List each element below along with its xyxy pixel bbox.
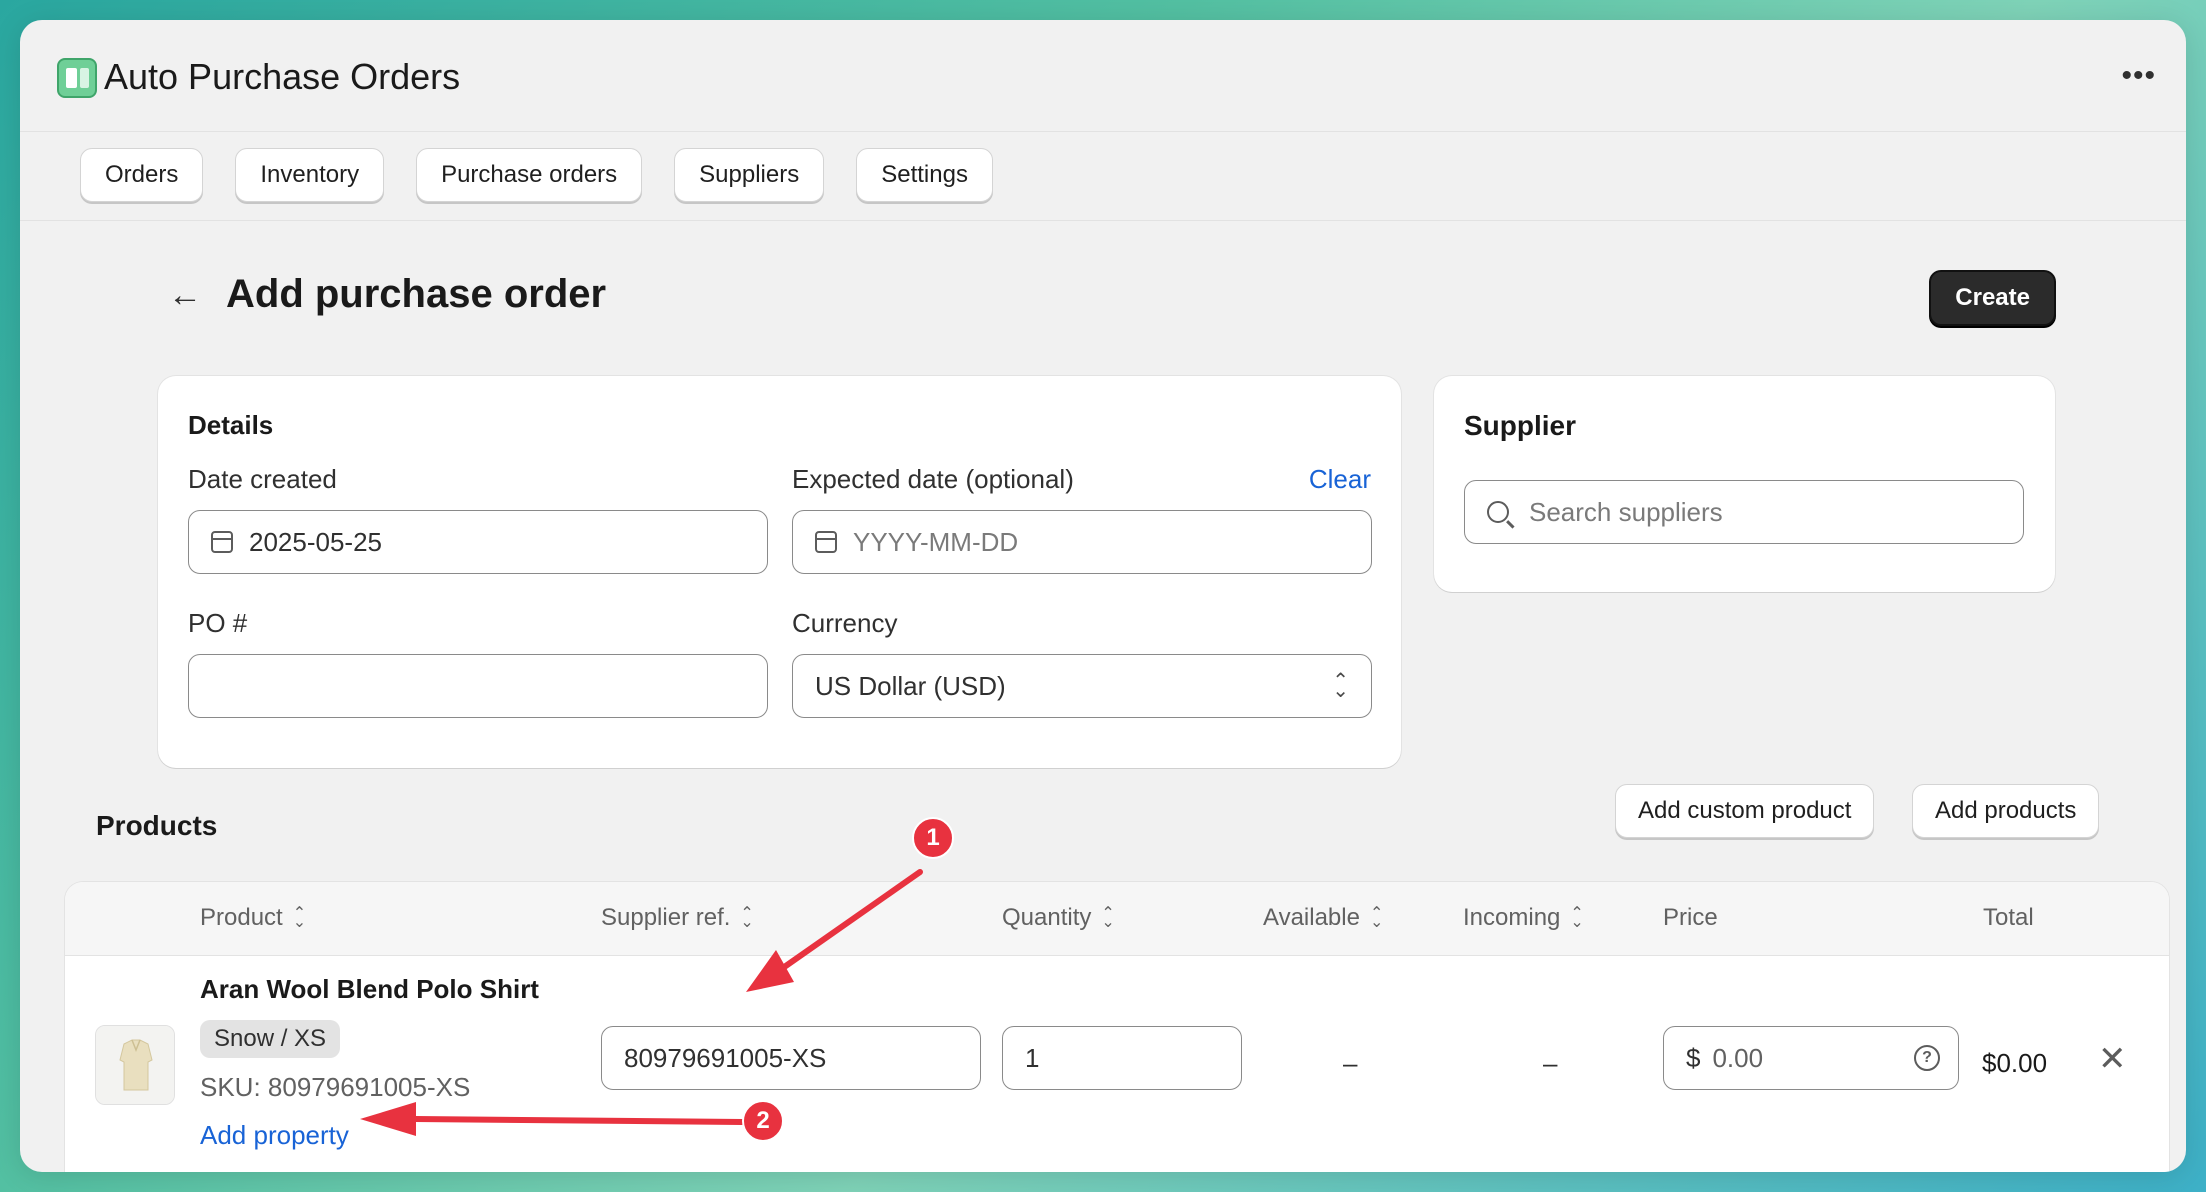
column-quantity-label: Quantity [1002,904,1092,931]
app-window: Auto Purchase Orders ••• Orders Inventor… [20,20,2186,1172]
more-horizontal-icon[interactable]: ••• [2121,61,2156,91]
column-product-label: Product [200,904,283,931]
select-chevrons-icon: ⌃ ⌄ [1332,670,1349,702]
page-title: Add purchase order [226,272,607,316]
create-button[interactable]: Create [1929,270,2056,326]
close-icon[interactable]: ✕ [2098,1042,2127,1076]
products-table: Product ⌃ ⌄ Supplier ref. ⌃ ⌄ Quantity ⌃ ⌄ … [65,882,2169,1172]
details-card: Details Date created 2025-05-25 Expected… [158,376,1401,768]
add-property-link[interactable]: Add property [200,1120,349,1151]
product-thumbnail [95,1025,175,1105]
back-arrow-icon[interactable]: ← [168,278,202,312]
tab-suppliers[interactable]: Suppliers [674,148,825,202]
price-currency-symbol: $ [1686,1042,1701,1073]
column-total-label: Total [1983,904,2034,931]
search-icon [1487,501,1509,523]
annotation-marker-2: 2 [742,1100,784,1142]
price-input[interactable]: $ 0.00 ? [1663,1026,1959,1090]
column-product[interactable]: Product ⌃ ⌄ [200,904,306,932]
help-circle-icon[interactable]: ? [1914,1045,1940,1071]
column-incoming-label: Incoming [1463,904,1561,931]
currency-select[interactable]: US Dollar (USD) ⌃ ⌄ [792,654,1372,718]
expected-date-placeholder: YYYY-MM-DD [853,526,1019,557]
table-header: Product ⌃ ⌄ Supplier ref. ⌃ ⌄ Quantity ⌃ ⌄ … [65,882,2169,956]
currency-label: Currency [792,608,898,638]
supplier-ref-input[interactable]: 80979691005-XS [601,1026,981,1090]
nav-tabs: Orders Inventory Purchase orders Supplie… [80,148,993,202]
po-number-label: PO # [188,608,248,638]
date-created-field[interactable]: 2025-05-25 [188,510,768,574]
supplier-card: Supplier Search suppliers [1434,376,2055,592]
column-supplier-ref-label: Supplier ref. [601,904,731,931]
expected-date-label: Expected date (optional) [792,464,1074,494]
product-name: Aran Wool Blend Polo Shirt [200,974,539,1004]
page-header: ← Add purchase order [168,272,606,317]
supplier-search-placeholder: Search suppliers [1529,496,1723,527]
tab-orders[interactable]: Orders [80,148,204,202]
column-quantity[interactable]: Quantity ⌃ ⌄ [1002,904,1115,932]
tab-inventory[interactable]: Inventory [235,148,385,202]
product-sku: SKU: 80979691005-XS [200,1072,471,1102]
app-logo-icon [57,58,97,98]
date-created-value: 2025-05-25 [249,526,382,557]
sort-icon: ⌃ ⌄ [1570,905,1584,931]
expected-date-field[interactable]: YYYY-MM-DD [792,510,1372,574]
app-title: Auto Purchase Orders [104,56,461,97]
sort-icon: ⌃ ⌄ [1101,905,1115,931]
add-custom-product-button[interactable]: Add custom product [1615,784,1875,838]
date-created-label: Date created [188,464,337,494]
calendar-icon [815,531,837,553]
tab-purchase-orders[interactable]: Purchase orders [416,148,643,202]
supplier-search-input[interactable]: Search suppliers [1464,480,2024,544]
calendar-icon [211,531,233,553]
column-total: Total [1983,904,2034,932]
details-heading: Details [188,410,274,440]
available-value: – [1343,1048,1358,1078]
column-available[interactable]: Available ⌃ ⌄ [1263,904,1383,932]
title-bar: Auto Purchase Orders ••• [20,20,2186,132]
sort-icon: ⌃ ⌄ [1369,905,1384,931]
row-total: $0.00 [1982,1048,2048,1078]
quantity-value: 1 [1025,1042,1040,1073]
polo-shirt-image [96,1026,174,1104]
po-number-field[interactable] [188,654,768,718]
supplier-heading: Supplier [1464,410,1577,441]
column-price-label: Price [1663,904,1718,931]
sort-icon: ⌃ ⌄ [740,905,754,931]
variant-badge: Snow / XS [200,1020,341,1058]
clear-link[interactable]: Clear [1309,464,1371,495]
quantity-input[interactable]: 1 [1002,1026,1242,1090]
annotation-marker-1: 1 [912,817,954,859]
incoming-value: – [1543,1048,1558,1078]
tab-settings[interactable]: Settings [856,148,993,202]
column-supplier-ref[interactable]: Supplier ref. ⌃ ⌄ [601,904,754,932]
products-heading: Products [96,810,218,841]
column-incoming[interactable]: Incoming ⌃ ⌄ [1463,904,1584,932]
add-products-button[interactable]: Add products [1912,784,2100,838]
supplier-ref-value: 80979691005-XS [624,1042,827,1073]
currency-value: US Dollar (USD) [815,670,1006,701]
sort-icon: ⌃ ⌄ [292,905,307,931]
price-value: 0.00 [1712,1042,1764,1073]
column-price: Price [1663,904,1718,932]
nav-divider [20,220,2186,221]
column-available-label: Available [1263,904,1360,931]
